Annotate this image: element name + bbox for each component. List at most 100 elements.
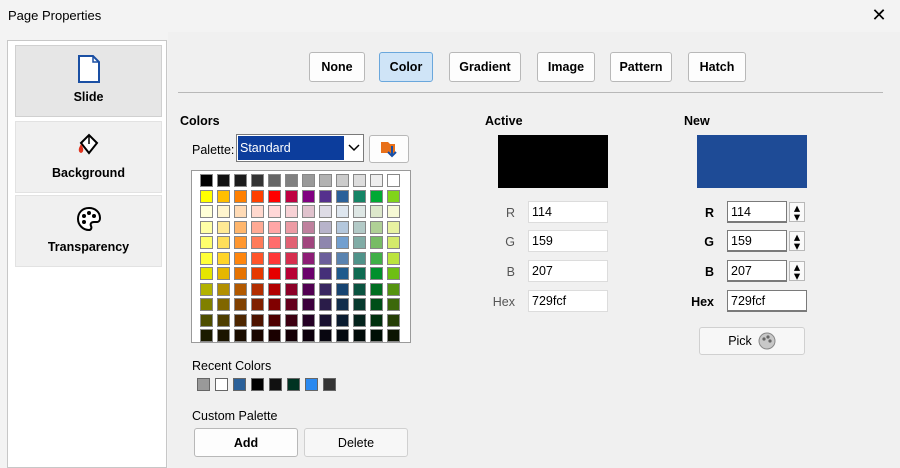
color-swatch[interactable]: [353, 220, 366, 234]
color-swatch[interactable]: [387, 298, 400, 311]
color-swatch[interactable]: [251, 313, 264, 327]
color-swatch[interactable]: [217, 189, 230, 203]
color-swatch[interactable]: [234, 298, 247, 311]
pick-button[interactable]: Pick: [699, 327, 805, 355]
color-swatch[interactable]: [387, 251, 400, 265]
color-swatch[interactable]: [285, 282, 298, 296]
color-swatch[interactable]: [336, 282, 349, 296]
color-swatch[interactable]: [217, 251, 230, 265]
color-swatch[interactable]: [200, 267, 213, 280]
color-swatch[interactable]: [268, 313, 281, 327]
color-swatch[interactable]: [200, 220, 213, 234]
color-swatch[interactable]: [319, 298, 332, 311]
color-swatch[interactable]: [251, 205, 264, 218]
palette-import-button[interactable]: [369, 135, 409, 163]
color-swatch[interactable]: [387, 220, 400, 234]
color-swatch[interactable]: [370, 251, 383, 265]
color-swatch[interactable]: [302, 251, 315, 265]
color-swatch[interactable]: [336, 251, 349, 265]
color-swatch[interactable]: [302, 189, 315, 203]
color-swatch[interactable]: [285, 313, 298, 327]
color-swatch[interactable]: [302, 267, 315, 280]
color-swatch[interactable]: [234, 205, 247, 218]
color-swatch[interactable]: [353, 205, 366, 218]
color-swatch[interactable]: [370, 329, 383, 342]
color-swatch[interactable]: [234, 282, 247, 296]
color-swatch[interactable]: [268, 220, 281, 234]
color-swatch[interactable]: [336, 174, 349, 187]
color-swatch[interactable]: [319, 174, 332, 187]
g-spinner[interactable]: ▴ ▾: [789, 230, 805, 253]
color-swatch[interactable]: [234, 220, 247, 234]
color-swatch[interactable]: [353, 236, 366, 249]
recent-color-swatch[interactable]: [305, 378, 318, 391]
color-swatch[interactable]: [268, 282, 281, 296]
color-swatch[interactable]: [268, 267, 281, 280]
color-swatch[interactable]: [353, 298, 366, 311]
color-swatch[interactable]: [285, 329, 298, 342]
color-swatch[interactable]: [302, 313, 315, 327]
tab-image[interactable]: Image: [537, 52, 595, 82]
add-button[interactable]: Add: [194, 428, 298, 457]
color-swatch[interactable]: [234, 267, 247, 280]
tab-color[interactable]: Color: [379, 52, 433, 82]
new-g-field[interactable]: 159: [727, 230, 787, 252]
color-swatch[interactable]: [285, 236, 298, 249]
color-swatch[interactable]: [217, 298, 230, 311]
color-swatch[interactable]: [302, 220, 315, 234]
sidebar-item-transparency[interactable]: Transparency: [15, 195, 162, 267]
color-swatch[interactable]: [387, 313, 400, 327]
recent-color-swatch[interactable]: [233, 378, 246, 391]
color-swatch[interactable]: [387, 329, 400, 342]
color-swatch[interactable]: [387, 267, 400, 280]
color-swatch[interactable]: [234, 189, 247, 203]
color-swatch[interactable]: [336, 267, 349, 280]
color-swatch[interactable]: [200, 282, 213, 296]
color-swatch[interactable]: [234, 329, 247, 342]
color-swatch[interactable]: [285, 267, 298, 280]
new-hex-field[interactable]: 729fcf: [727, 290, 807, 312]
sidebar-item-slide[interactable]: Slide: [15, 45, 162, 117]
color-swatch[interactable]: [217, 220, 230, 234]
color-swatch[interactable]: [251, 298, 264, 311]
color-swatch[interactable]: [353, 282, 366, 296]
color-swatch[interactable]: [217, 313, 230, 327]
color-swatch[interactable]: [200, 174, 213, 187]
new-b-field[interactable]: 207: [727, 260, 787, 282]
color-swatch[interactable]: [370, 205, 383, 218]
color-swatch[interactable]: [353, 267, 366, 280]
color-swatch[interactable]: [370, 220, 383, 234]
color-swatch[interactable]: [217, 329, 230, 342]
color-swatch[interactable]: [217, 236, 230, 249]
color-swatch[interactable]: [353, 189, 366, 203]
color-swatch[interactable]: [200, 236, 213, 249]
color-swatch[interactable]: [319, 329, 332, 342]
color-swatch[interactable]: [336, 298, 349, 311]
color-swatch[interactable]: [370, 189, 383, 203]
r-spinner[interactable]: ▴ ▾: [789, 201, 805, 224]
color-swatch[interactable]: [370, 298, 383, 311]
color-swatch[interactable]: [319, 251, 332, 265]
color-swatch[interactable]: [217, 282, 230, 296]
color-swatch[interactable]: [319, 267, 332, 280]
color-swatch[interactable]: [387, 205, 400, 218]
color-swatch[interactable]: [336, 236, 349, 249]
color-swatch[interactable]: [319, 220, 332, 234]
color-swatch[interactable]: [336, 205, 349, 218]
color-swatch[interactable]: [251, 329, 264, 342]
color-swatch[interactable]: [285, 298, 298, 311]
recent-color-swatch[interactable]: [197, 378, 210, 391]
color-swatch[interactable]: [387, 174, 400, 187]
color-swatch[interactable]: [234, 251, 247, 265]
b-spinner[interactable]: ▴ ▾: [789, 260, 805, 283]
color-swatch[interactable]: [319, 313, 332, 327]
color-swatch[interactable]: [353, 174, 366, 187]
color-swatch[interactable]: [370, 236, 383, 249]
tab-pattern[interactable]: Pattern: [610, 52, 672, 82]
color-swatch[interactable]: [387, 236, 400, 249]
recent-color-swatch[interactable]: [251, 378, 264, 391]
color-swatch[interactable]: [285, 174, 298, 187]
color-swatch[interactable]: [285, 251, 298, 265]
color-swatch[interactable]: [370, 174, 383, 187]
color-swatch[interactable]: [387, 189, 400, 203]
